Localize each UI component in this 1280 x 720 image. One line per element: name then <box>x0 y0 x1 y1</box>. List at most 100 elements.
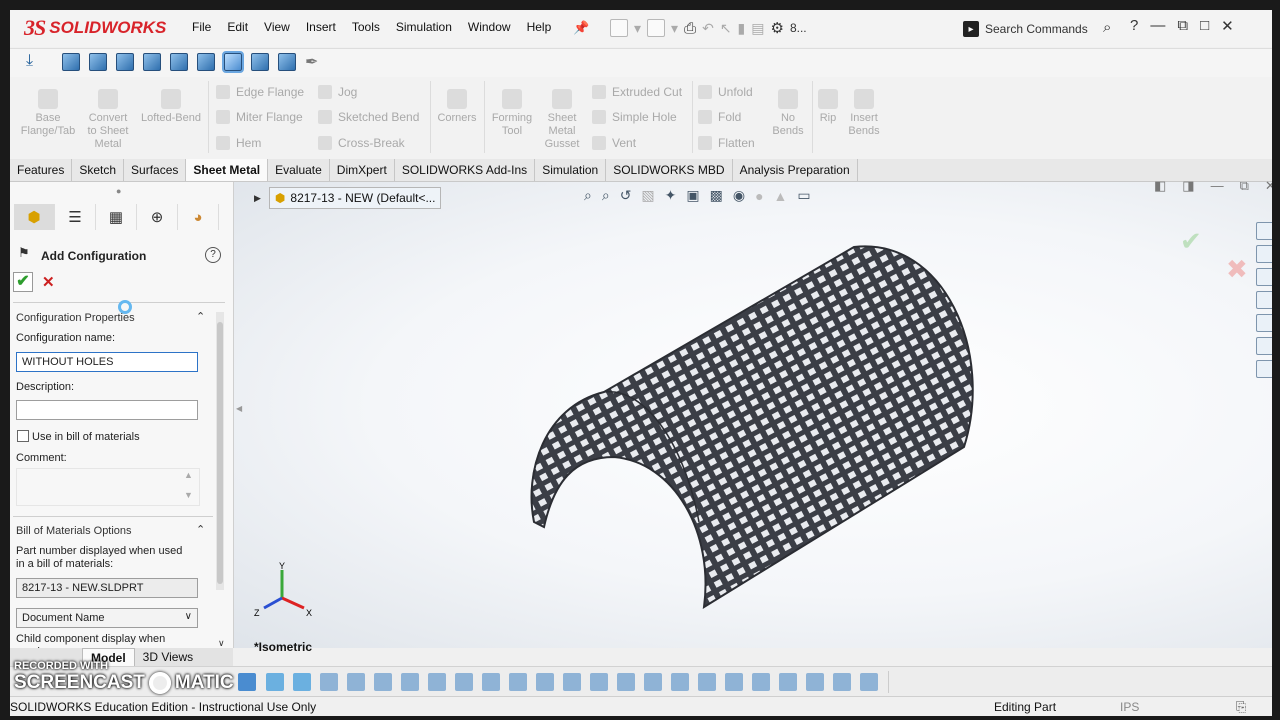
view-orientation-icon[interactable]: ▣ <box>686 187 699 204</box>
help-icon[interactable]: ? <box>205 247 221 263</box>
copy-tool-icon[interactable] <box>860 673 878 691</box>
section-view-icon[interactable]: ▧ <box>641 187 654 204</box>
menu-tools[interactable]: Tools <box>344 20 388 34</box>
scrollbar-thumb[interactable] <box>217 322 223 584</box>
graphics-area[interactable]: ◀ ▶ ⬢ 8217-13 - NEW (Default<... ⌕ ⌕ ↺ ▧ … <box>234 178 1272 654</box>
flatten-button[interactable]: Flatten <box>698 136 755 150</box>
part-breadcrumb[interactable]: ⬢ 8217-13 - NEW (Default<... <box>268 187 442 209</box>
file-explorer-icon[interactable] <box>1256 268 1272 286</box>
minimize-icon[interactable]: — <box>1150 17 1165 35</box>
comment-scroll-down-icon[interactable]: ▼ <box>184 490 193 500</box>
base-flange-button[interactable]: Base Flange/Tab <box>18 89 78 138</box>
normal-to-icon[interactable]: ⤓ <box>26 52 33 70</box>
options-extra[interactable]: 8... <box>790 21 807 35</box>
section-tool-icon[interactable] <box>698 673 716 691</box>
part-number-field[interactable]: 8217-13 - NEW.SLDPRT <box>16 578 198 598</box>
arc-tool-icon[interactable] <box>320 673 338 691</box>
options-gear-icon[interactable]: ⚙ <box>771 19 784 37</box>
configuration-name-field[interactable]: WITHOUT HOLES <box>16 352 198 372</box>
customize-icon[interactable]: ⎘ <box>1236 699 1246 715</box>
vent-button[interactable]: Vent <box>592 136 636 150</box>
miter-flange-button[interactable]: Miter Flange <box>216 110 303 124</box>
search-commands[interactable]: ▸ Search Commands ⌕ <box>963 19 1127 39</box>
panel-collapse-handle[interactable]: ◀ <box>236 404 242 413</box>
restore-icon[interactable]: ⧉ <box>1177 17 1188 35</box>
forming-tool-button[interactable]: Forming Tool <box>486 89 538 138</box>
description-field[interactable] <box>16 400 198 420</box>
rip-button[interactable]: Rip <box>814 89 842 125</box>
trim-tool-icon[interactable] <box>455 673 473 691</box>
confirm-corner-ok-icon[interactable]: ✔ <box>1180 226 1202 257</box>
offset-tool-icon[interactable] <box>482 673 500 691</box>
open-icon[interactable]: ▾ <box>634 20 641 37</box>
text-tool-icon[interactable] <box>590 673 608 691</box>
view-settings-icon[interactable]: ▭ <box>797 187 810 204</box>
hide-show-icon[interactable]: ◉ <box>733 187 745 204</box>
select-icon[interactable]: ↖ <box>720 20 732 37</box>
feature-manager-icon[interactable]: ⬢ <box>14 204 55 230</box>
dimxpert-manager-icon[interactable]: ⊕ <box>137 204 178 230</box>
cross-break-button[interactable]: Cross-Break <box>318 136 405 150</box>
tab-evaluate[interactable]: Evaluate <box>268 159 330 181</box>
viewport-minimize-icon[interactable]: — <box>1211 178 1224 194</box>
dimension-tool-icon[interactable] <box>617 673 635 691</box>
viewport-close-icon[interactable]: ✕ <box>1265 178 1272 194</box>
menu-file[interactable]: File <box>184 20 219 34</box>
custom-properties-icon[interactable] <box>1256 337 1272 355</box>
expand-arrow-icon[interactable]: ▶ <box>254 193 261 204</box>
menu-edit[interactable]: Edit <box>219 20 256 34</box>
unfold-button[interactable]: Unfold <box>698 85 753 99</box>
print-icon[interactable]: ⎙ <box>684 20 696 37</box>
tab-features[interactable]: Features <box>10 159 73 181</box>
menu-help[interactable]: Help <box>519 20 560 34</box>
part-number-source-dropdown[interactable]: Document Name ∨ <box>16 608 198 628</box>
dimetric-view-icon[interactable] <box>278 53 296 71</box>
close-icon[interactable]: ✕ <box>1221 17 1234 35</box>
property-manager-icon[interactable]: ☰ <box>55 204 96 230</box>
mirror-tool-icon[interactable] <box>509 673 527 691</box>
fold-button[interactable]: Fold <box>698 110 741 124</box>
spline-tool-icon[interactable] <box>347 673 365 691</box>
use-in-bom-checkbox[interactable] <box>17 430 29 442</box>
save-dropdown-icon[interactable]: ▾ <box>671 20 678 37</box>
chamfer-tool-icon[interactable] <box>563 673 581 691</box>
viewport-right-icon[interactable]: ◨ <box>1182 178 1194 194</box>
menu-view[interactable]: View <box>256 20 298 34</box>
previous-view-icon[interactable]: ↺ <box>620 187 632 204</box>
tab-sheet-metal[interactable]: Sheet Metal <box>186 159 269 181</box>
appearances-icon[interactable] <box>1256 314 1272 332</box>
menu-window[interactable]: Window <box>460 20 519 34</box>
collapse-chevron-icon[interactable]: ⌃ <box>196 310 205 323</box>
top-view-icon[interactable] <box>170 53 188 71</box>
zoom-to-area-icon[interactable]: ⌕ <box>602 187 610 204</box>
new-document-icon[interactable] <box>610 19 628 37</box>
back-view-icon[interactable] <box>89 53 107 71</box>
section-bom-options[interactable]: Bill of Materials Options <box>16 525 132 537</box>
hem-button[interactable]: Hem <box>216 136 261 150</box>
measure-tool-icon[interactable] <box>671 673 689 691</box>
help-icon[interactable]: ? <box>1130 17 1138 35</box>
menu-simulation[interactable]: Simulation <box>388 20 460 34</box>
undo-icon[interactable]: ↶ <box>702 20 714 37</box>
save-icon[interactable] <box>647 19 666 37</box>
line-tool-icon[interactable] <box>238 673 256 691</box>
perforated-sheet-model[interactable] <box>524 232 1004 622</box>
curvature-tool-icon[interactable] <box>806 673 824 691</box>
jog-button[interactable]: Jog <box>318 85 357 99</box>
left-view-icon[interactable] <box>116 53 134 71</box>
appearance-tool-icon[interactable] <box>725 673 743 691</box>
bottom-view-icon[interactable] <box>197 53 215 71</box>
isometric-view-icon[interactable] <box>222 51 244 73</box>
ok-button[interactable]: ✔ <box>13 272 33 292</box>
panel-scrollbar[interactable] <box>216 312 224 590</box>
pin-icon[interactable]: 📌 <box>573 20 589 36</box>
tab-dimxpert[interactable]: DimXpert <box>330 159 395 181</box>
tab-sketch[interactable]: Sketch <box>72 159 125 181</box>
tab-addins[interactable]: SOLIDWORKS Add-Ins <box>395 159 536 181</box>
comment-field[interactable] <box>16 468 200 506</box>
apply-scene-icon[interactable]: ▲ <box>774 188 788 204</box>
sketched-bend-button[interactable]: Sketched Bend <box>318 110 419 124</box>
search-icon[interactable]: ⌕ <box>1103 19 1111 36</box>
cancel-button[interactable]: ✕ <box>42 273 55 291</box>
tab-analysis-preparation[interactable]: Analysis Preparation <box>733 159 858 181</box>
